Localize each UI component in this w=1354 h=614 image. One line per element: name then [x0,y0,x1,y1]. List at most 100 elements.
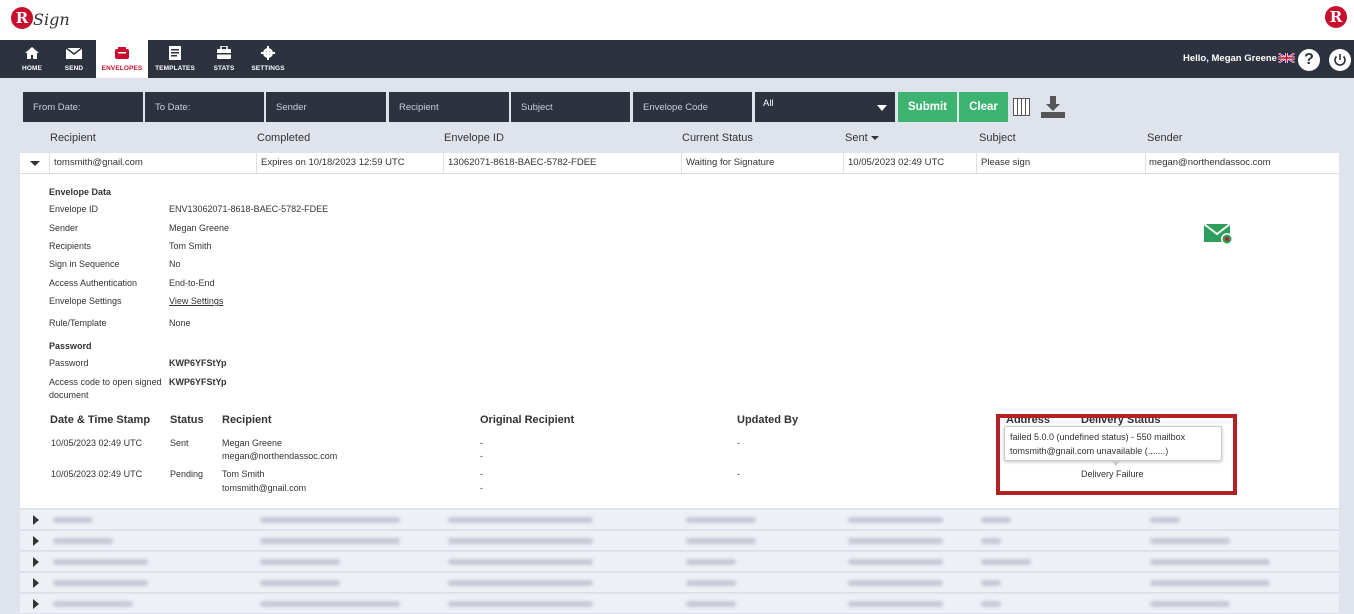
col-sent[interactable]: Sent [845,132,879,144]
row-sent: 10/05/2023 02:49 UTC [848,157,945,168]
nav-envelopes[interactable]: ENVELOPES [96,40,148,78]
blurred-text [686,517,756,523]
col-sender[interactable]: Sender [1147,132,1182,144]
col-current-status[interactable]: Current Status [682,132,753,144]
col-envelope-id[interactable]: Envelope ID [444,132,504,144]
blurred-text [981,601,1001,607]
blurred-text [981,538,1001,544]
blurred-text [848,517,943,523]
hist-row1-date: 10/05/2023 02:49 UTC [51,438,143,448]
power-glyph [1334,54,1346,66]
row-separator [843,153,844,174]
hist-row2-status: Pending [170,469,204,479]
access-code-label: Access code to open signed [49,377,162,387]
access-code-value: KWP6YFStYp [169,377,227,387]
hist-row1-orig2: - [480,451,483,461]
download-icon[interactable] [1040,95,1066,119]
table-row[interactable] [20,531,1339,551]
row-sender: megan@northendassoc.com [1149,157,1271,168]
nav-templates[interactable]: TEMPLATES [152,40,198,78]
nav-send-label: SEND [64,65,84,72]
row-subject: Please sign [981,157,1031,168]
table-row[interactable] [20,552,1339,572]
top-bar: R Sign R [0,0,1354,40]
auth-label: Access Authentication [49,278,138,288]
blurred-text [1150,559,1270,565]
blurred-text [848,601,943,607]
hist-col-date: Date & Time Stamp [50,414,151,426]
hist-col-original: Original Recipient [480,414,575,426]
recipient-input[interactable]: Recipient [389,92,509,122]
col-subject[interactable]: Subject [979,132,1016,144]
main-nav: HOME SEND ENVELOPES TEMPLATES STATS SETT… [0,40,1354,78]
blurred-text [260,517,400,523]
col-sent-label: Sent [845,132,868,144]
logo-letter-right: R [1329,8,1343,26]
email-settings-icon[interactable] [1203,222,1235,246]
expand-arrow-icon[interactable] [33,557,39,567]
expanded-row[interactable] [20,153,1339,174]
nav-home[interactable]: HOME [14,40,50,78]
home-icon [25,47,39,59]
hist-row2-name: Tom Smith [222,469,265,479]
col-recipient[interactable]: Recipient [50,132,96,144]
user-greeting[interactable]: Hello, Megan Greene [1183,53,1277,64]
row-separator [443,153,444,174]
table-row[interactable] [20,573,1339,593]
blurred-text [53,580,148,586]
download-glyph [1041,96,1065,118]
hist-row2-orig2: - [480,483,483,493]
status-select[interactable]: All [755,92,895,122]
nav-settings[interactable]: SETTINGS [248,40,288,78]
hist-col-updated: Updated By [737,414,799,426]
nav-send[interactable]: SEND [56,40,92,78]
row-envelope-id: 13062071-8618-BAEC-5782-FDEE [448,157,597,168]
sender-input[interactable]: Sender [266,92,386,122]
envelope-id-label: Envelope ID [49,204,99,214]
to-date-input[interactable]: To Date: [145,92,264,122]
rsign-logo[interactable]: R [11,7,33,29]
collapse-arrow-icon[interactable] [30,160,40,167]
sequence-label: Sign in Sequence [49,259,120,269]
envelope-code-input[interactable]: Envelope Code [633,92,752,122]
uk-flag-icon[interactable] [1278,53,1295,63]
calendar-icon[interactable] [1013,98,1030,116]
view-settings-link[interactable]: View Settings [169,296,223,306]
rule-value: None [169,318,191,328]
clear-button[interactable]: Clear [959,92,1008,122]
table-row[interactable] [20,594,1339,614]
blurred-text [260,538,400,544]
hist-row2-orig1: - [480,469,483,479]
subject-input[interactable]: Subject [511,92,630,122]
blurred-text [53,559,148,565]
power-icon[interactable] [1329,49,1351,71]
hist-row2-date: 10/05/2023 02:49 UTC [51,469,143,479]
blurred-text [53,601,133,607]
blurred-text [1150,580,1270,586]
hist-row1-updated: - [737,438,740,448]
expand-arrow-icon[interactable] [33,536,39,546]
envelopes-icon [115,47,129,59]
hist-row1-email: megan@northendassoc.com [222,451,338,461]
from-date-input[interactable]: From Date: [23,92,143,122]
templates-icon [169,46,181,60]
stats-icon [217,46,231,59]
blurred-text [260,601,400,607]
hist-row1-name: Megan Greene [222,438,283,448]
col-completed[interactable]: Completed [257,132,310,144]
status-select-value: All [763,98,774,109]
expand-arrow-icon[interactable] [33,599,39,609]
nav-stats[interactable]: STATS [206,40,242,78]
expand-arrow-icon[interactable] [33,515,39,525]
hist-row2-updated: - [737,469,740,479]
help-icon[interactable]: ? [1298,49,1320,71]
row-completed: Expires on 10/18/2023 12:59 UTC [261,157,405,168]
settings-label: Envelope Settings [49,296,122,306]
expand-arrow-icon[interactable] [33,578,39,588]
submit-button[interactable]: Submit [898,92,957,122]
table-row[interactable] [20,510,1339,530]
blurred-text [1150,517,1180,523]
password-heading: Password [49,341,92,351]
gear-icon [261,46,275,60]
row-status: Waiting for Signature [686,157,775,168]
